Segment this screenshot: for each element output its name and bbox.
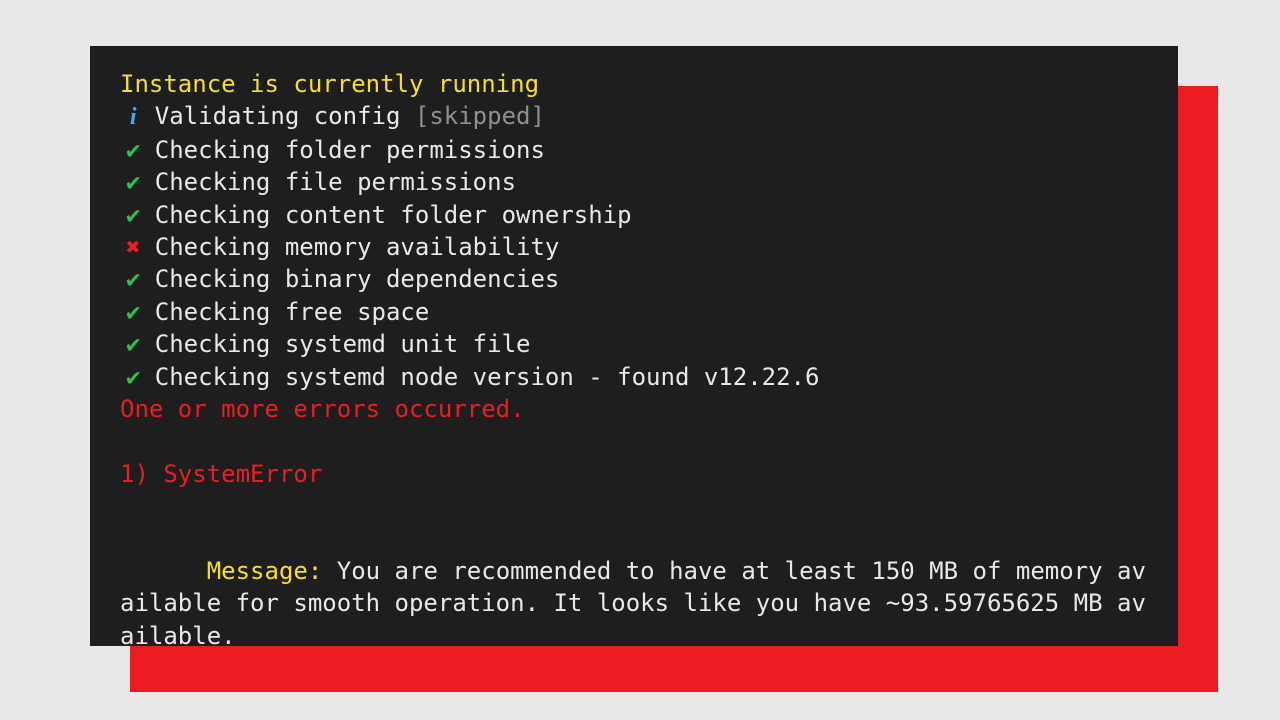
terminal-output: Instance is currently running i Validatin… [90, 46, 1178, 646]
check-icon: ✔ [120, 263, 146, 295]
check-line: ✔ Checking file permissions [120, 166, 1148, 198]
check-text: Validating config [155, 102, 415, 130]
check-line: ✔ Checking content folder ownership [120, 199, 1148, 231]
checks-list: i Validating config [skipped] ✔ Checking fo… [120, 100, 1148, 393]
check-icon: ✔ [120, 134, 146, 166]
blank-line [120, 425, 1148, 457]
check-icon: ✔ [120, 296, 146, 328]
check-line: ✔ Checking systemd node version - found v… [120, 361, 1148, 393]
check-line: ✔ Checking systemd unit file [120, 328, 1148, 360]
check-line: i Validating config [skipped] [120, 100, 1148, 133]
check-text: Checking free space [155, 298, 430, 326]
check-text: Checking content folder ownership [155, 201, 632, 229]
error-message: Message: You are recommended to have at … [120, 522, 1148, 646]
check-icon: ✔ [120, 199, 146, 231]
check-line: ✔ Checking binary dependencies [120, 263, 1148, 295]
check-text: Checking systemd node version - found v1… [155, 363, 820, 391]
check-icon: ✔ [120, 166, 146, 198]
terminal-card: Instance is currently running i Validatin… [90, 46, 1190, 664]
check-text: Checking folder permissions [155, 136, 545, 164]
error-heading: 1) SystemError [120, 458, 1148, 490]
check-text: Checking binary dependencies [155, 265, 560, 293]
check-text: Checking systemd unit file [155, 330, 531, 358]
check-icon: ✔ [120, 361, 146, 393]
check-text: Checking memory availability [155, 233, 560, 261]
check-line: ✖ Checking memory availability [120, 231, 1148, 263]
check-icon: ✔ [120, 328, 146, 360]
info-icon: i [120, 101, 146, 133]
message-label: Message: [207, 557, 337, 585]
error-summary: One or more errors occurred. [120, 393, 1148, 425]
check-line: ✔ Checking folder permissions [120, 134, 1148, 166]
cross-icon: ✖ [120, 231, 146, 263]
check-line: ✔ Checking free space [120, 296, 1148, 328]
check-extra: [skipped] [415, 102, 545, 130]
check-text: Checking file permissions [155, 168, 516, 196]
header-line: Instance is currently running [120, 68, 1148, 100]
blank-line [120, 490, 1148, 522]
